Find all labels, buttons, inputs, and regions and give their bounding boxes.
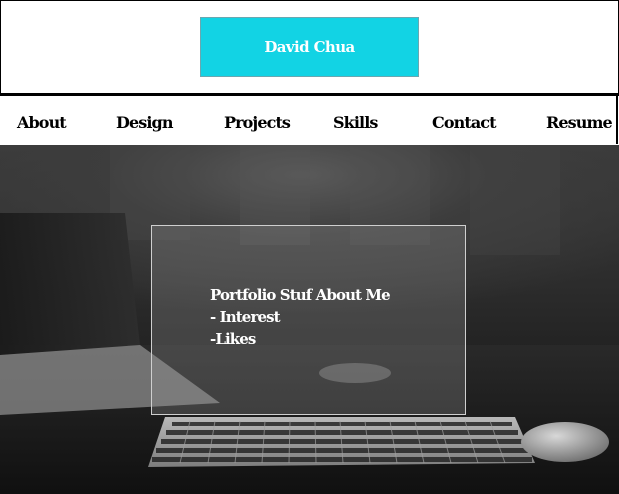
main-nav: About Design Projects Skills Contact Res…	[0, 96, 618, 144]
hero-section: Portfolio Stuf About Me - Interest -Like…	[0, 145, 619, 494]
nav-link-skills[interactable]: Skills	[333, 113, 378, 132]
site-header: David Chua	[0, 0, 619, 94]
nav-link-design[interactable]: Design	[116, 113, 173, 132]
nav-link-about[interactable]: About	[17, 113, 67, 132]
intro-text: Portfolio Stuf About Me - Interest -Like…	[210, 284, 391, 350]
intro-line-interest: - Interest	[210, 308, 281, 326]
intro-card: Portfolio Stuf About Me - Interest -Like…	[151, 225, 466, 415]
intro-line-likes: -Likes	[210, 330, 256, 348]
site-logo[interactable]: David Chua	[200, 17, 419, 77]
intro-line-portfolio: Portfolio Stuf About Me	[210, 286, 391, 304]
nav-link-projects[interactable]: Projects	[224, 113, 291, 132]
nav-link-contact[interactable]: Contact	[432, 113, 497, 132]
nav-link-resume[interactable]: Resume	[546, 113, 613, 132]
site-title: David Chua	[264, 38, 355, 56]
page: David Chua About Design Projects Skills …	[0, 0, 619, 494]
